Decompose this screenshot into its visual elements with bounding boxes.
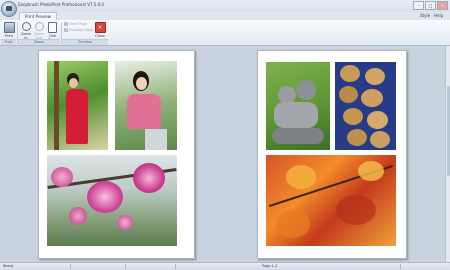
previous-page-label: Previous Page [69, 28, 94, 32]
window-title: Easybrush PhotoPrint Professional V7.5.0… [18, 2, 104, 7]
ribbon: Print Zoom In Zoom Out One Page Next Pag… [0, 20, 450, 46]
status-divider [70, 264, 71, 269]
close-preview-label: Close [95, 34, 105, 38]
next-page-icon [64, 22, 68, 26]
close-preview-button[interactable]: × Close [94, 22, 106, 38]
ribbon-group-zoom: Zoom [18, 39, 60, 45]
ribbon-group-print: Print [1, 39, 16, 45]
photo-woman-by-tree[interactable] [47, 61, 108, 150]
ribbon-tab-row: Print Preview Style Help [0, 12, 450, 21]
previous-page-icon [64, 28, 68, 32]
preview-page-1 [38, 50, 195, 259]
printer-icon [3, 22, 15, 33]
zoom-in-icon [21, 22, 31, 31]
status-divider [125, 264, 126, 269]
photo-autumn-leaves[interactable] [266, 155, 396, 246]
minimize-button[interactable]: – [413, 1, 424, 10]
zoom-out-icon [34, 22, 44, 31]
photo-woman-pink-top[interactable] [115, 61, 177, 150]
zoom-out-button[interactable]: Zoom Out [33, 22, 45, 40]
print-button[interactable]: Print [3, 22, 15, 38]
window-controls: – □ × [413, 1, 448, 10]
next-page-button[interactable]: Next Page [64, 22, 90, 26]
close-preview-icon: × [94, 22, 106, 33]
print-label: Print [4, 34, 14, 38]
one-page-icon [48, 22, 57, 33]
application-menu-button[interactable] [1, 1, 17, 17]
next-page-label: Next Page [69, 22, 87, 26]
ribbon-group-preview: Preview [62, 39, 108, 45]
zoom-in-button[interactable]: Zoom In [20, 22, 32, 40]
vertical-scrollbar[interactable] [445, 46, 450, 262]
status-divider [400, 264, 401, 269]
maximize-button[interactable]: □ [425, 1, 436, 10]
photo-gray-kittens[interactable] [266, 62, 330, 150]
photo-golden-puppies[interactable] [335, 62, 396, 150]
app-logo-icon [6, 6, 12, 11]
close-window-button[interactable]: × [437, 1, 448, 10]
style-menu[interactable]: Style [420, 13, 430, 18]
preview-page-2 [257, 50, 407, 259]
photo-pink-flowers[interactable] [47, 155, 177, 246]
previous-page-button[interactable]: Previous Page [64, 28, 94, 32]
status-divider [175, 264, 176, 269]
help-menu[interactable]: Help [434, 13, 443, 18]
